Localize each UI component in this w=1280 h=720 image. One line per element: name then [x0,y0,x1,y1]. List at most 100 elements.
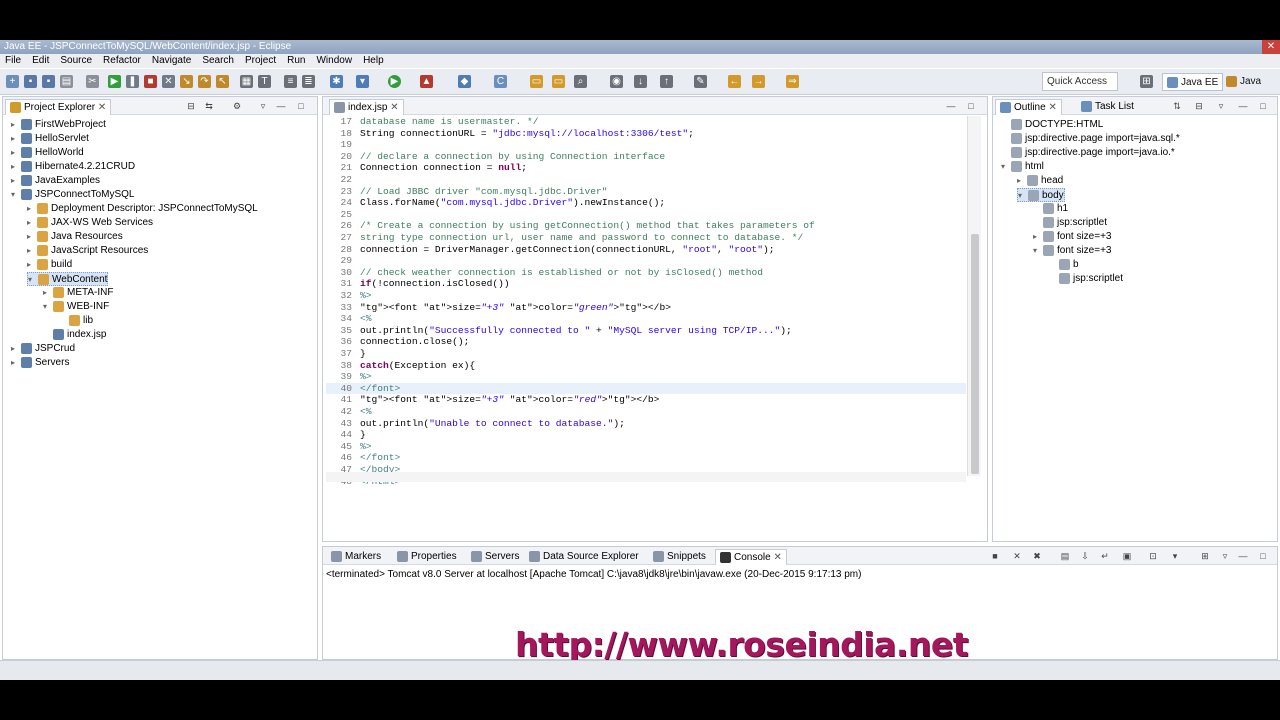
new-class-icon[interactable]: C [494,75,507,88]
code-line[interactable]: 28 connection = DriverManager.getConnecti… [326,244,966,256]
project-item[interactable]: index.jsp [43,328,106,342]
collapsed-icon[interactable]: ▸ [11,174,21,188]
forward-icon[interactable]: → [752,75,765,88]
collapsed-icon[interactable]: ▸ [27,230,37,244]
code-line[interactable]: 25 [326,209,966,221]
code-line[interactable]: 36 connection.close(); [326,336,966,348]
tab-snippets[interactable]: Snippets [649,549,710,565]
menu-help[interactable]: Help [360,54,392,68]
remove-launch-icon[interactable]: ✕ [1011,550,1023,562]
search-icon[interactable]: ⌕ [574,75,587,88]
new-server-icon[interactable]: ◆ [458,75,471,88]
outline-item[interactable]: ▾ font size=+3 [1033,244,1111,258]
code-line[interactable]: 46 </font> [326,452,966,464]
close-tab-icon[interactable]: ✕ [390,102,398,113]
view-menu-icon[interactable]: ▿ [1215,100,1227,112]
disconnect-icon[interactable]: ✕ [162,75,175,88]
menu-search[interactable]: Search [199,54,242,68]
expanded-icon[interactable]: ▾ [1001,160,1011,174]
save-icon[interactable]: ▪ [24,75,37,88]
tab-console[interactable]: Console ✕ [715,549,787,565]
terminate-icon[interactable]: ■ [144,75,157,88]
code-line[interactable]: 34 <% [326,313,966,325]
code-line[interactable]: 40 </font> [326,382,966,395]
collapsed-icon[interactable]: ▸ [27,258,37,272]
project-item[interactable]: ▸ HelloWorld [11,146,84,160]
tab-task-list[interactable]: Task List [1077,99,1138,115]
menu-project[interactable]: Project [242,54,284,68]
open-console-icon[interactable]: ⊞ [1199,550,1211,562]
view-menu-icon[interactable]: ▿ [1219,550,1231,562]
next-annotation-icon[interactable]: ↓ [634,75,647,88]
project-item[interactable]: ▸ HelloServlet [11,132,89,146]
code-line[interactable]: 27 string type connection url, user name … [326,232,966,244]
prev-annotation-icon[interactable]: ↑ [660,75,673,88]
code-line[interactable]: 22 [326,174,966,186]
project-item[interactable]: ▸ FirstWebProject [11,118,106,132]
code-line[interactable]: 38 catch(Exception ex){ [326,360,966,372]
scroll-lock-icon[interactable]: ⇩ [1079,550,1091,562]
collapse-all-icon[interactable]: ⊟ [185,100,197,112]
expanded-icon[interactable]: ▾ [1033,244,1043,258]
outline-item[interactable]: jsp:directive.page import=java.sql.* [1001,132,1180,146]
menu-file[interactable]: File [2,54,29,68]
project-item[interactable]: ▸ build [27,258,72,272]
collapsed-icon[interactable]: ▸ [11,356,21,370]
filter-icon[interactable]: ⚙ [231,100,243,112]
project-item[interactable]: ▸ JAX-WS Web Services [27,216,153,230]
code-line[interactable]: 29 [326,255,966,267]
step-into-icon[interactable]: ↘ [180,75,193,88]
outline-item[interactable]: jsp:scriptlet [1049,272,1123,286]
outline-item[interactable]: ▸ head [1017,174,1063,188]
tab-markers[interactable]: Markers [327,549,385,565]
debug-icon[interactable]: ✱ [330,75,343,88]
code-line[interactable]: 31 if(!connection.isClosed()) [326,278,966,290]
open-perspective-icon[interactable]: ⊞ [1140,75,1153,88]
sort-icon[interactable]: ⇅ [1171,100,1183,112]
editor-vertical-scrollbar[interactable] [967,116,981,476]
back-icon[interactable]: ← [728,75,741,88]
expanded-icon[interactable]: ▾ [28,273,38,287]
collapsed-icon[interactable]: ▸ [11,160,21,174]
collapsed-icon[interactable]: ▸ [11,132,21,146]
collapsed-icon[interactable]: ▸ [11,342,21,356]
run-icon[interactable]: ▶ [388,75,401,88]
quick-access-field[interactable]: Quick Access [1042,72,1118,91]
code-editor[interactable]: 17 database name is usermaster. */ 18 Strin… [326,116,966,487]
close-tab-icon[interactable]: ✕ [773,552,781,563]
code-line[interactable]: 32 %> [326,290,966,302]
remove-all-icon[interactable]: ✖ [1031,550,1043,562]
scroll-thumb[interactable] [971,234,979,474]
print-icon[interactable]: ▤ [60,75,73,88]
terminate-icon[interactable]: ■ [989,550,1001,562]
project-item[interactable]: ▸ Java Resources [27,230,123,244]
code-line[interactable]: 21 Connection connection = null; [326,162,966,174]
pin-console-icon[interactable]: ⊡ [1147,550,1159,562]
maximize-icon[interactable]: □ [965,100,977,112]
maximize-icon[interactable]: □ [1257,550,1269,562]
minimize-icon[interactable]: — [1237,100,1249,112]
code-line[interactable]: 23 // Load JBBC driver "com.mysql.jdbc.Dr… [326,186,966,198]
editor-horizontal-scrollbar[interactable] [326,472,966,482]
collapsed-icon[interactable]: ▸ [27,216,37,230]
code-line[interactable]: 37} [326,348,966,360]
expanded-icon[interactable]: ▾ [1018,189,1028,203]
menu-refactor[interactable]: Refactor [100,54,149,68]
outline-item[interactable]: h1 [1033,202,1068,216]
collapsed-icon[interactable]: ▸ [43,286,53,300]
minimize-icon[interactable]: — [275,100,287,112]
code-line[interactable]: 26 /* Create a connection by using getCon… [326,220,966,232]
menu-edit[interactable]: Edit [29,54,57,68]
minimize-icon[interactable]: — [945,100,957,112]
maximize-icon[interactable]: □ [1257,100,1269,112]
collapsed-icon[interactable]: ▸ [11,146,21,160]
outline-item[interactable]: jsp:scriptlet [1033,216,1107,230]
code-line[interactable]: 44} [326,429,966,441]
code-line[interactable]: 42 <% [326,406,966,418]
collapsed-icon[interactable]: ▸ [11,118,21,132]
project-item[interactable]: lib [59,314,93,328]
outline-icon[interactable]: ≣ [302,75,315,88]
tab-properties[interactable]: Properties [393,549,461,565]
project-item[interactable]: ▸ JSPCrud [11,342,75,356]
server-icon[interactable]: ▦ [240,75,253,88]
